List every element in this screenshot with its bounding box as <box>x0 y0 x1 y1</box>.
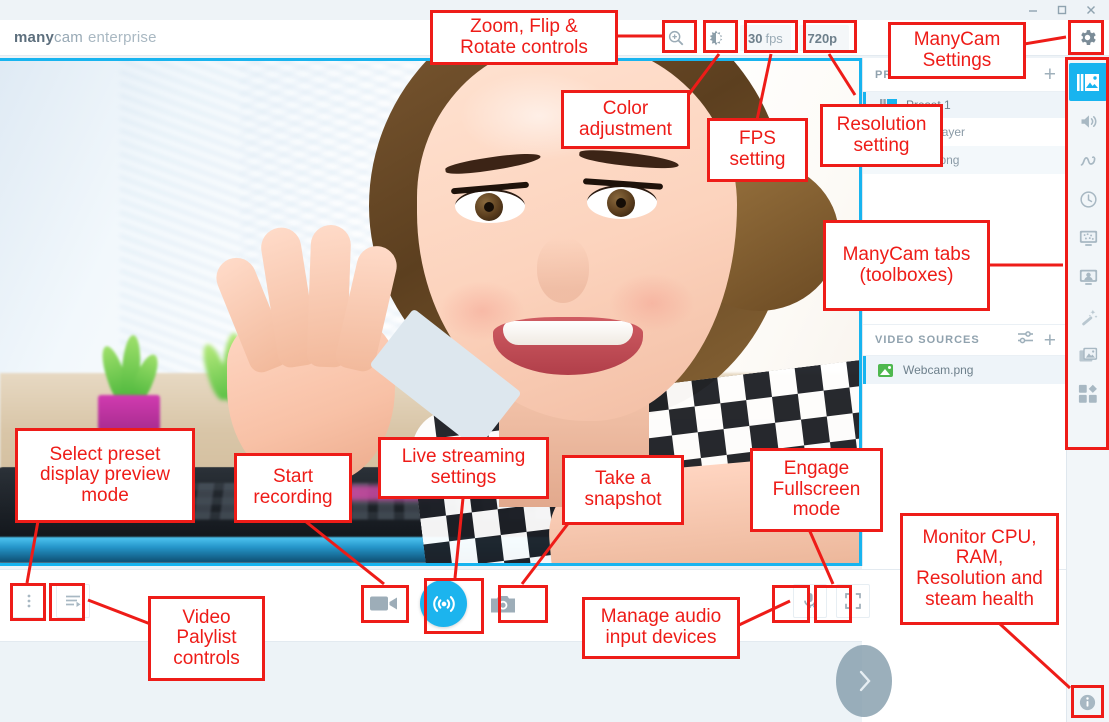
add-preset-button[interactable]: + <box>1044 64 1056 85</box>
highlight-fullscreen <box>814 585 852 623</box>
logo-cam: cam <box>54 29 83 46</box>
annotation-zoom-flip-rotate: Zoom, Flip & Rotate controls <box>430 10 618 65</box>
annotation-text: Zoom, Flip & Rotate controls <box>460 15 588 58</box>
annotation-live-streaming: Live streaming settings <box>378 437 549 499</box>
annotation-text: Monitor CPU, RAM, Resolution and steam h… <box>916 526 1043 610</box>
highlight-fps-control <box>744 20 798 53</box>
highlight-preset-mode <box>10 583 46 621</box>
add-video-source-button[interactable]: + <box>1044 330 1056 351</box>
highlight-rail <box>1065 57 1109 450</box>
plant-foreground <box>84 325 174 435</box>
annotation-manycam-settings: ManyCam Settings <box>888 22 1026 79</box>
video-sources-title: VIDEO SOURCES <box>875 334 980 346</box>
image-file-icon <box>878 363 893 377</box>
annotation-text: Select preset display preview mode <box>40 443 170 506</box>
annotation-text: Live streaming settings <box>401 446 526 488</box>
highlight-record <box>361 585 409 623</box>
highlight-snapshot <box>498 585 548 623</box>
highlight-settings-gear <box>1068 20 1104 55</box>
highlight-info <box>1071 685 1104 718</box>
annotation-text: FPS setting <box>729 128 786 170</box>
annotation-text: Resolution setting <box>836 113 927 156</box>
annotation-text: Take a snapshot <box>584 468 662 510</box>
logo-many: many <box>14 29 54 46</box>
annotation-text: Engage Fullscreen mode <box>772 458 861 521</box>
annotation-text: Manage audio input devices <box>600 606 722 648</box>
annotation-start-recording: Start recording <box>234 453 352 523</box>
highlight-mic <box>772 585 810 623</box>
annotation-video-playlist: Video Palylist controls <box>148 596 265 681</box>
chevron-right-icon[interactable] <box>836 645 892 717</box>
close-button[interactable] <box>1076 0 1105 20</box>
highlight-color-control <box>703 20 738 53</box>
annotation-monitor-health: Monitor CPU, RAM, Resolution and steam h… <box>900 513 1059 625</box>
maximize-button[interactable] <box>1047 0 1076 20</box>
annotation-color-adjustment: Color adjustment <box>561 90 690 149</box>
annotation-manycam-tabs: ManyCam tabs (toolboxes) <box>823 220 990 311</box>
annotation-take-snapshot: Take a snapshot <box>562 455 684 525</box>
app-logo: manycam enterprise <box>14 29 157 46</box>
annotation-text: Color adjustment <box>579 97 672 140</box>
annotation-fps-setting: FPS setting <box>707 118 808 182</box>
annotation-select-preset: Select preset display preview mode <box>15 428 195 523</box>
strip-right-mask <box>862 641 1066 722</box>
annotation-engage-fullscreen: Engage Fullscreen mode <box>750 448 883 532</box>
manycam-app-window: manycam enterprise 30 fps 720p + 1 layer… <box>0 0 1109 722</box>
annotation-text: ManyCam tabs (toolboxes) <box>842 243 971 286</box>
highlight-playlist <box>49 583 85 621</box>
logo-edition: enterprise <box>87 29 157 46</box>
highlight-resolution-control <box>803 20 857 53</box>
video-sources-header: VIDEO SOURCES + <box>863 324 1066 356</box>
video-source-item[interactable]: Webcam.png <box>863 356 1066 384</box>
annotation-resolution-setting: Resolution setting <box>820 104 943 167</box>
video-source-name: Webcam.png <box>903 363 974 377</box>
highlight-zoom-control <box>662 20 697 53</box>
sliders-icon[interactable] <box>1017 331 1034 349</box>
annotation-text: Video Palylist controls <box>173 606 240 669</box>
minimize-button[interactable] <box>1018 0 1047 20</box>
annotation-text: ManyCam Settings <box>913 28 1001 71</box>
annotation-manage-audio: Manage audio input devices <box>582 597 740 659</box>
highlight-stream <box>424 578 484 634</box>
annotation-text: Start recording <box>253 466 333 508</box>
window-controls <box>1018 0 1105 20</box>
